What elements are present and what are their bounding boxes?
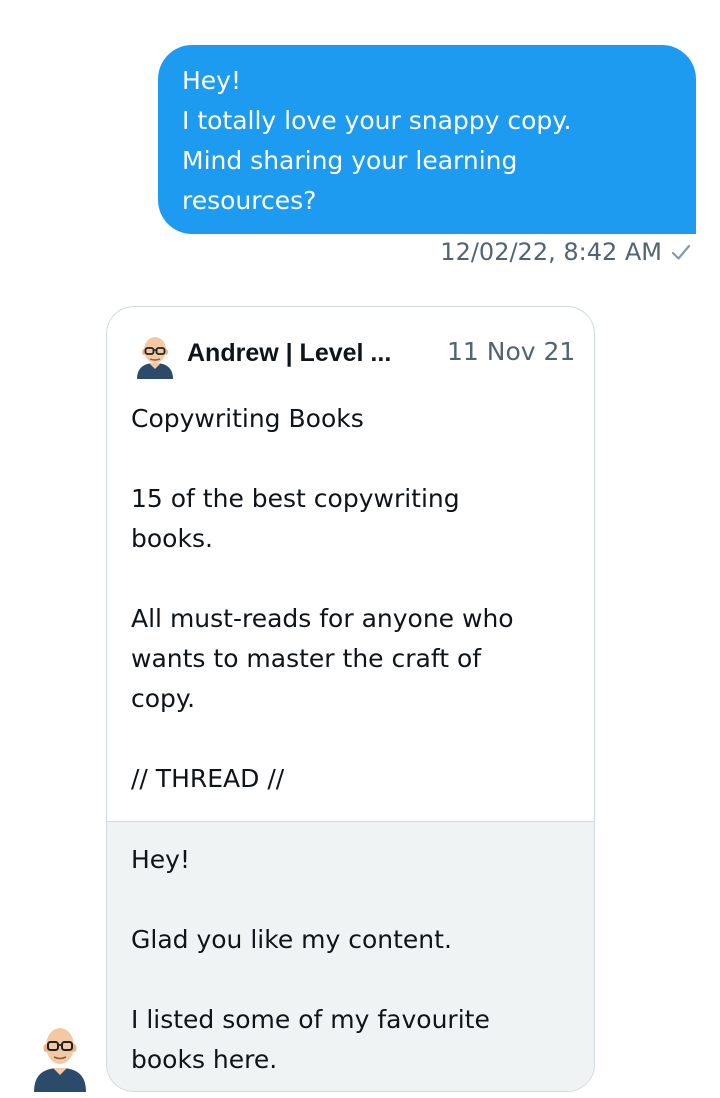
sent-message-line: I totally love your snappy copy.	[182, 106, 572, 135]
received-message-card: Andrew | Level ... 11 Nov 21 Copywriting…	[106, 306, 595, 1092]
quoted-tweet-line: wants to master the craft of	[131, 644, 482, 673]
check-icon	[670, 241, 692, 263]
quoted-tweet-header: Andrew | Level ... 11 Nov 21	[133, 331, 576, 383]
sent-message-bubble[interactable]: Hey! I totally love your snappy copy. Mi…	[158, 45, 696, 234]
reply-message-line	[131, 880, 571, 920]
quoted-tweet-line: All must-reads for anyone who	[131, 604, 514, 633]
quoted-tweet-line: Copywriting Books	[131, 404, 364, 433]
quoted-tweet-line: copy.	[131, 684, 196, 713]
reply-message-bubble[interactable]: Hey! Glad you like my content. I listed …	[107, 822, 594, 1091]
sent-message-line: resources?	[182, 186, 317, 215]
quoted-tweet-text: Copywriting Books 15 of the best copywri…	[131, 399, 571, 799]
reply-message-line: books here.	[131, 1045, 278, 1074]
reply-message-line: Glad you like my content.	[131, 925, 452, 954]
reply-message-line: I listed some of my favourite	[131, 1005, 490, 1034]
quoted-tweet-line: books.	[131, 524, 213, 553]
quoted-tweet-author[interactable]: Andrew | Level ...	[187, 339, 427, 368]
quoted-tweet-line: 15 of the best copywriting	[131, 484, 460, 513]
sender-avatar[interactable]	[34, 1022, 86, 1092]
quoted-tweet-line	[131, 719, 571, 759]
sent-message-timestamp: 12/02/22, 8:42 AM	[440, 238, 662, 266]
reply-message-line: Hey!	[131, 845, 190, 874]
avatar	[133, 333, 177, 379]
quoted-tweet-date: 11 Nov 21	[447, 337, 576, 366]
quoted-tweet-line	[131, 439, 571, 479]
sent-message-meta: 12/02/22, 8:42 AM	[440, 238, 692, 266]
reply-message-line	[131, 960, 571, 1000]
quoted-tweet[interactable]: Andrew | Level ... 11 Nov 21 Copywriting…	[107, 307, 594, 822]
sent-message-line: Hey!	[182, 66, 241, 95]
sent-message-line: Mind sharing your learning	[182, 146, 518, 175]
reply-message-text: Hey! Glad you like my content. I listed …	[131, 840, 571, 1080]
quoted-tweet-line: // THREAD //	[131, 764, 285, 793]
quoted-tweet-line	[131, 559, 571, 599]
